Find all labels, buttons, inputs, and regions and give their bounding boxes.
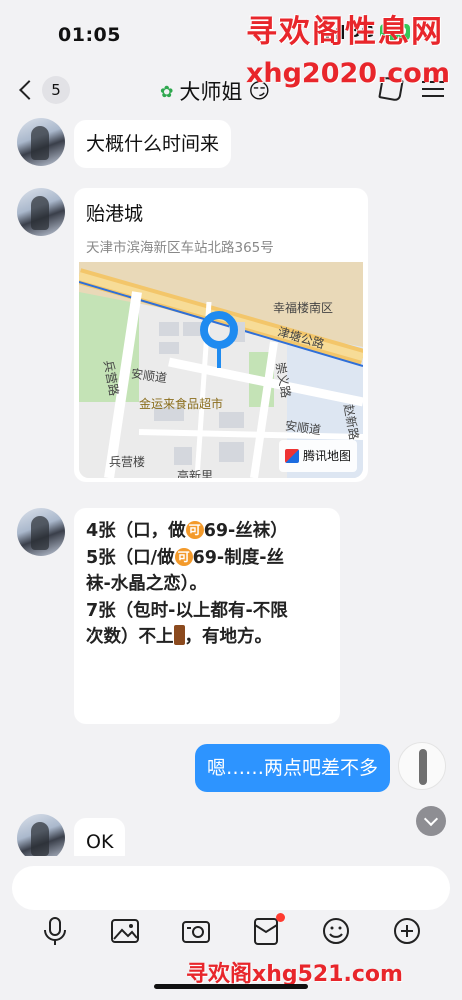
message-bubble[interactable]: 大概什么时间来 [74,120,232,168]
my-avatar[interactable] [398,742,446,790]
map-label: 赵新路 [340,403,362,441]
message-line: 次数）不上 ，有地方。 [86,625,272,647]
watermark-url: xhg2020.com [245,58,450,89]
message-bubble[interactable]: 4张（口，做可 69-丝袜） 5张（口/做可 69-制度-丝 袜-水晶之恋）。 7张… [74,508,340,724]
contact-avatar[interactable] [17,814,65,856]
image-icon[interactable] [110,916,140,946]
chevron-left-icon [19,80,39,100]
map-label: 高新里 [177,469,214,478]
message-line: 5张（口/做可 69-制度-丝 [86,547,284,568]
map-brand-label: 腾讯地图 [302,449,351,463]
message-bubble[interactable]: OK [74,818,126,856]
contact-avatar[interactable] [17,188,65,236]
home-indicator[interactable] [154,984,308,989]
contact-avatar[interactable] [17,118,65,166]
map-label: 崇义路 [272,361,294,399]
emoji-icon[interactable] [321,916,351,946]
message-line: 袜-水晶之恋）。 [86,574,208,594]
scroll-down-button[interactable] [416,806,446,836]
message-list[interactable]: 大概什么时间来 贻港城 天津市滨海新区车站北路365号 幸福楼南区 津塘公路 安… [0,114,462,856]
location-card[interactable]: 贻港城 天津市滨海新区车站北路365号 幸福楼南区 津塘公路 安顺道 兵营路 金… [74,188,368,482]
tencent-map-icon [284,449,299,463]
map-label: 安顺道 [130,366,168,386]
door-icon [173,625,185,645]
badge-ke-icon: 可 [174,547,193,566]
message-input[interactable] [12,866,450,910]
message-line: 4张（口，做可 69-丝袜） [86,521,288,541]
status-time: 01:05 [58,24,121,46]
red-packet-icon[interactable] [251,913,286,946]
notification-dot [276,913,286,922]
map-label: 兵营楼 [109,455,146,469]
location-name: 贻港城 [86,203,144,225]
map-brand: 腾讯地图 [278,440,357,472]
contact-name: 大师姐 [179,80,243,104]
plus-icon[interactable] [392,916,422,946]
back-button[interactable]: 5 [18,76,70,104]
my-message-bubble[interactable]: 嗯……两点吧差不多 [195,744,391,792]
map-label: 兵营路 [100,359,122,397]
toolbar [0,913,462,946]
microphone-icon[interactable] [40,916,70,946]
location-address: 天津市滨海新区车站北路365号 [86,240,274,256]
contact-avatar[interactable] [17,508,65,556]
unread-count-badge: 5 [42,76,70,104]
sprout-icon: ✿ [160,81,174,101]
watermark-site-name: 寻欢阁性息网 [246,14,444,50]
map-preview[interactable]: 幸福楼南区 津塘公路 安顺道 兵营路 金运来食品超市 崇义路 赵新路 安顺道 兵… [79,262,363,478]
camera-icon[interactable] [181,916,211,946]
map-label: 金运来食品超市 [139,397,224,411]
message-line: 7张（包时-以上都有-不限 [86,600,288,621]
badge-ke-icon: 可 [185,521,204,539]
